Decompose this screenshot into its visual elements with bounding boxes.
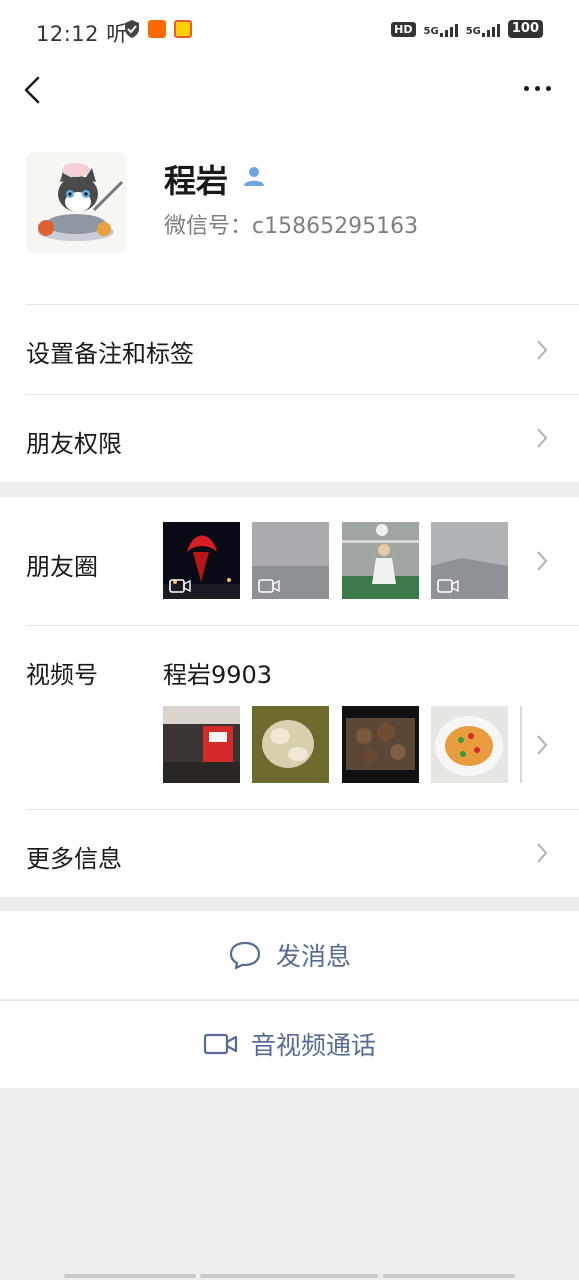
signal-2: 5G [466, 21, 500, 37]
channels-name: 程岩9903 [163, 661, 273, 689]
friend-permissions-row[interactable]: 朋友权限 [0, 394, 579, 482]
send-message-button[interactable]: 发消息 [0, 911, 579, 999]
more-dot-icon [545, 85, 551, 91]
soup-food-image [252, 706, 329, 783]
moments-row[interactable]: 朋友圈 [0, 497, 579, 625]
person-icon [244, 167, 264, 186]
child-on-boat-image [342, 522, 419, 599]
signal-bars-icon [439, 21, 458, 37]
divider [26, 625, 579, 626]
taobao-app-icon [148, 20, 166, 38]
status-time: 12:12 听 [36, 22, 128, 46]
channels-thumbnail [431, 706, 508, 783]
chevron-right-icon [537, 551, 548, 571]
moments-thumbnail [342, 522, 419, 599]
gesture-bar [383, 1274, 515, 1278]
moments-thumbnail [252, 522, 329, 599]
back-button[interactable] [20, 72, 50, 108]
profile-header: 程岩 微信号：c15865295163 [0, 120, 579, 304]
meat-tray-image [342, 706, 419, 783]
av-call-label: 音视频通话 [250, 1031, 376, 1060]
moments-thumbnail [163, 522, 240, 599]
channels-label: 视频号 [26, 661, 98, 689]
wechat-id: 微信号：c15865295163 [164, 214, 419, 239]
moments-label: 朋友圈 [26, 553, 98, 581]
divider [26, 304, 579, 305]
status-bar: 12:12 听 HD 5G 5G 100 [0, 0, 579, 60]
gesture-bar [64, 1274, 196, 1278]
more-info-row[interactable]: 更多信息 [0, 809, 579, 897]
more-dot-icon [523, 85, 529, 91]
cat-avatar-image [26, 152, 127, 253]
divider [26, 809, 579, 810]
shield-check-icon [125, 20, 139, 38]
divider [0, 1000, 579, 1001]
video-icon [437, 579, 459, 593]
video-icon [258, 579, 280, 593]
nav-bar [0, 60, 579, 120]
chevron-right-icon [537, 843, 548, 863]
more-info-label: 更多信息 [26, 845, 122, 873]
signal-bars-icon [481, 21, 500, 37]
stir-fry-image [431, 706, 508, 783]
channels-row[interactable]: 视频号 程岩9903 [0, 625, 579, 809]
friend-permissions-label: 朋友权限 [26, 430, 122, 458]
chat-bubble-icon [229, 941, 261, 970]
meituan-app-icon [174, 20, 192, 38]
video-camera-icon [203, 1033, 238, 1055]
chevron-right-icon [537, 340, 548, 360]
gesture-bar [200, 1274, 378, 1278]
divider [26, 394, 579, 395]
store-front-image [163, 706, 240, 783]
notification-icons [124, 20, 192, 38]
chevron-right-icon [537, 428, 548, 448]
channels-thumbnail [252, 706, 329, 783]
signal-1: 5G [424, 21, 458, 37]
chevron-right-icon [537, 735, 548, 755]
more-options-button[interactable] [519, 80, 555, 96]
back-arrow-icon [24, 76, 40, 104]
send-message-label: 发消息 [275, 942, 351, 971]
channels-thumbnail [163, 706, 240, 783]
battery-icon: 100 [507, 20, 543, 38]
avatar[interactable] [26, 152, 127, 253]
video-icon [169, 579, 191, 593]
partial-thumbnail [520, 706, 522, 783]
more-dot-icon [534, 85, 540, 91]
av-call-button[interactable]: 音视频通话 [0, 1000, 579, 1088]
hd-badge: HD [391, 21, 416, 37]
contact-name: 程岩 [164, 162, 229, 200]
set-remark-row[interactable]: 设置备注和标签 [0, 304, 579, 394]
status-right: HD 5G 5G 100 [391, 20, 543, 38]
moments-thumbnail [431, 522, 508, 599]
channels-thumbnail [342, 706, 419, 783]
set-remark-label: 设置备注和标签 [26, 340, 194, 368]
